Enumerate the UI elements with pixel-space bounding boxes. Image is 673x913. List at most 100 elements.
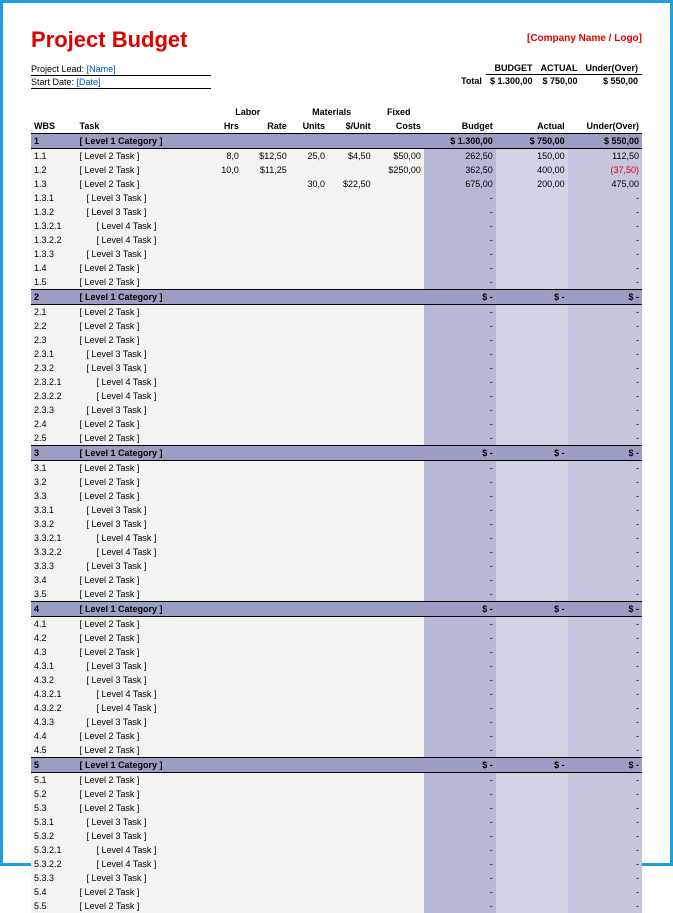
task-row: 4.1[ Level 2 Task ]-- — [31, 617, 642, 632]
task-name: [ Level 1 Category ] — [77, 290, 206, 305]
category-row: 3[ Level 1 Category ]$ -$ -$ - — [31, 446, 642, 461]
task-name: [ Level 2 Task ] — [77, 333, 206, 347]
task-name: [ Level 3 Task ] — [77, 815, 206, 829]
task-name: [ Level 2 Task ] — [77, 319, 206, 333]
task-name: [ Level 2 Task ] — [77, 801, 206, 815]
task-row: 4.3.2.1[ Level 4 Task ]-- — [31, 687, 642, 701]
task-name: [ Level 2 Task ] — [77, 461, 206, 476]
task-name: [ Level 4 Task ] — [77, 219, 206, 233]
task-row: 3.3.1[ Level 3 Task ]-- — [31, 503, 642, 517]
totals-actual: $ 750,00 — [536, 75, 581, 88]
task-row: 2.3.2[ Level 3 Task ]-- — [31, 361, 642, 375]
task-name: [ Level 2 Task ] — [77, 163, 206, 177]
task-row: 5.2[ Level 2 Task ]-- — [31, 787, 642, 801]
company-placeholder: [Company Name / Logo] — [527, 33, 642, 44]
task-name: [ Level 2 Task ] — [77, 261, 206, 275]
category-row: 4[ Level 1 Category ]$ -$ -$ - — [31, 602, 642, 617]
category-row: 2[ Level 1 Category ]$ -$ -$ - — [31, 290, 642, 305]
task-name: [ Level 2 Task ] — [77, 475, 206, 489]
lead-value: [Name] — [87, 64, 116, 74]
col-unitprice: $/Unit — [328, 119, 374, 134]
totals-head-budget: BUDGET — [486, 63, 537, 75]
task-row: 3.3.2[ Level 3 Task ]-- — [31, 517, 642, 531]
task-name: [ Level 2 Task ] — [77, 417, 206, 431]
task-name: [ Level 2 Task ] — [77, 149, 206, 164]
task-row: 2.3.2.2[ Level 4 Task ]-- — [31, 389, 642, 403]
task-name: [ Level 4 Task ] — [77, 375, 206, 389]
task-row: 2.3.2.1[ Level 4 Task ]-- — [31, 375, 642, 389]
task-name: [ Level 3 Task ] — [77, 361, 206, 375]
task-name: [ Level 2 Task ] — [77, 573, 206, 587]
col-hrs: Hrs — [206, 119, 242, 134]
totals-box: BUDGET ACTUAL Under(Over) Total $ 1.300,… — [457, 63, 642, 89]
task-row: 5.3.3[ Level 3 Task ]-- — [31, 871, 642, 885]
task-row: 1.5[ Level 2 Task ]-- — [31, 275, 642, 290]
task-row: 2.3.1[ Level 3 Task ]-- — [31, 347, 642, 361]
task-row: 1.3.2[ Level 3 Task ]-- — [31, 205, 642, 219]
task-name: [ Level 1 Category ] — [77, 134, 206, 149]
task-name: [ Level 2 Task ] — [77, 305, 206, 320]
task-row: 5.3.2[ Level 3 Task ]-- — [31, 829, 642, 843]
task-row: 2.5[ Level 2 Task ]-- — [31, 431, 642, 446]
task-name: [ Level 3 Task ] — [77, 871, 206, 885]
page-title: Project Budget — [31, 27, 187, 53]
task-row: 2.4[ Level 2 Task ]-- — [31, 417, 642, 431]
task-row: 3.4[ Level 2 Task ]-- — [31, 573, 642, 587]
task-name: [ Level 2 Task ] — [77, 729, 206, 743]
task-row: 5.4[ Level 2 Task ]-- — [31, 885, 642, 899]
task-name: [ Level 3 Task ] — [77, 205, 206, 219]
task-row: 5.3.2.1[ Level 4 Task ]-- — [31, 843, 642, 857]
task-row: 4.3[ Level 2 Task ]-- — [31, 645, 642, 659]
task-row: 3.3.2.2[ Level 4 Task ]-- — [31, 545, 642, 559]
task-row: 3.3.3[ Level 3 Task ]-- — [31, 559, 642, 573]
col-budget: Budget — [424, 119, 496, 134]
task-name: [ Level 4 Task ] — [77, 857, 206, 871]
task-row: 2.1[ Level 2 Task ]-- — [31, 305, 642, 320]
task-name: [ Level 4 Task ] — [77, 843, 206, 857]
task-row: 2.2[ Level 2 Task ]-- — [31, 319, 642, 333]
task-name: [ Level 3 Task ] — [77, 715, 206, 729]
task-row: 1.1[ Level 2 Task ]8,0$12,5025,0$4,50$50… — [31, 149, 642, 164]
totals-head-uo: Under(Over) — [581, 63, 642, 75]
task-name: [ Level 3 Task ] — [77, 829, 206, 843]
task-name: [ Level 4 Task ] — [77, 701, 206, 715]
task-row: 4.3.2.2[ Level 4 Task ]-- — [31, 701, 642, 715]
category-row: 1[ Level 1 Category ]$ 1.300,00$ 750,00$… — [31, 134, 642, 149]
lead-label: Project Lead: — [31, 64, 84, 74]
header-group-labor: Labor — [206, 105, 290, 119]
task-row: 3.1[ Level 2 Task ]-- — [31, 461, 642, 476]
task-name: [ Level 2 Task ] — [77, 431, 206, 446]
task-row: 5.3.1[ Level 3 Task ]-- — [31, 815, 642, 829]
col-task: Task — [77, 119, 206, 134]
task-name: [ Level 4 Task ] — [77, 545, 206, 559]
task-name: [ Level 2 Task ] — [77, 743, 206, 758]
task-name: [ Level 2 Task ] — [77, 617, 206, 632]
totals-row-label: Total — [457, 75, 486, 88]
task-row: 4.3.1[ Level 3 Task ]-- — [31, 659, 642, 673]
task-name: [ Level 4 Task ] — [77, 687, 206, 701]
task-name: [ Level 4 Task ] — [77, 531, 206, 545]
task-name: [ Level 3 Task ] — [77, 403, 206, 417]
task-name: [ Level 4 Task ] — [77, 389, 206, 403]
task-row: 1.3.2.1[ Level 4 Task ]-- — [31, 219, 642, 233]
task-row: 3.5[ Level 2 Task ]-- — [31, 587, 642, 602]
task-name: [ Level 1 Category ] — [77, 758, 206, 773]
task-name: [ Level 1 Category ] — [77, 602, 206, 617]
task-row: 2.3[ Level 2 Task ]-- — [31, 333, 642, 347]
col-actual: Actual — [496, 119, 568, 134]
task-row: 4.4[ Level 2 Task ]-- — [31, 729, 642, 743]
totals-uo: $ 550,00 — [581, 75, 642, 88]
task-row: 1.3.2.2[ Level 4 Task ]-- — [31, 233, 642, 247]
task-row: 2.3.3[ Level 3 Task ]-- — [31, 403, 642, 417]
task-row: 1.2[ Level 2 Task ]10,0$11,25$250,00362,… — [31, 163, 642, 177]
task-name: [ Level 2 Task ] — [77, 645, 206, 659]
task-row: 4.3.2[ Level 3 Task ]-- — [31, 673, 642, 687]
col-wbs: WBS — [31, 119, 77, 134]
col-units: Units — [290, 119, 328, 134]
task-row: 5.3[ Level 2 Task ]-- — [31, 801, 642, 815]
task-row: 3.3.2.1[ Level 4 Task ]-- — [31, 531, 642, 545]
task-name: [ Level 2 Task ] — [77, 631, 206, 645]
task-name: [ Level 3 Task ] — [77, 673, 206, 687]
col-underover: Under(Over) — [568, 119, 642, 134]
task-row: 1.3.1[ Level 3 Task ]-- — [31, 191, 642, 205]
